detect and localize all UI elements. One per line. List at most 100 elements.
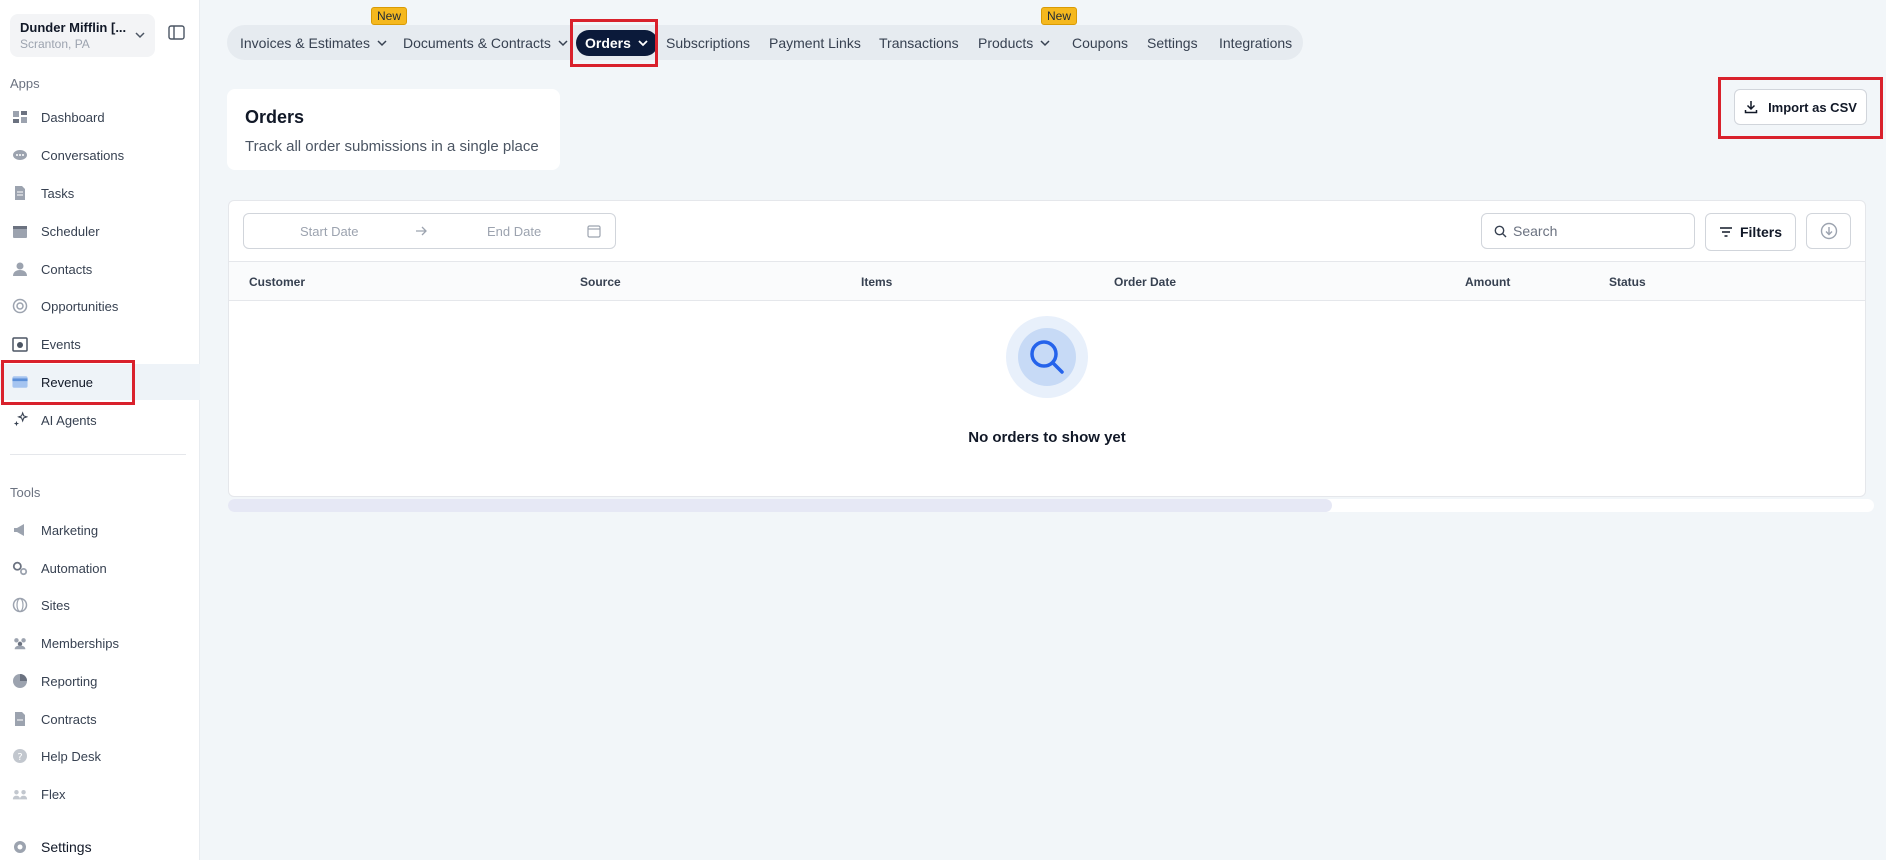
tab-settings[interactable]: Settings: [1147, 25, 1198, 60]
sidebar-item-memberships[interactable]: Memberships: [0, 625, 200, 661]
globe-icon: [12, 597, 28, 613]
empty-state-illustration: [1006, 316, 1088, 398]
tab-label: Orders: [585, 34, 631, 51]
revenue-tabs: Invoices & Estimates Documents & Contrac…: [227, 25, 1303, 60]
sidebar-item-label: Flex: [41, 786, 66, 802]
end-date-placeholder: End Date: [487, 224, 542, 239]
sidebar-item-settings[interactable]: Settings: [0, 829, 200, 860]
sidebar-item-label: Help Desk: [41, 748, 101, 764]
credit-card-icon: [12, 374, 28, 390]
tab-label: Integrations: [1219, 34, 1293, 51]
sidebar-item-automation[interactable]: Automation: [0, 550, 200, 586]
sidebar-item-ai-agents[interactable]: AI Agents: [0, 402, 200, 438]
sidebar-item-dashboard[interactable]: Dashboard: [0, 99, 200, 135]
sidebar-item-contacts[interactable]: Contacts: [0, 251, 200, 287]
column-header-status[interactable]: Status: [1609, 275, 1646, 289]
sidebar-item-contracts[interactable]: Contracts: [0, 701, 200, 737]
filter-icon: [1719, 227, 1732, 237]
calendar-icon: [587, 225, 601, 238]
megaphone-icon: [12, 522, 28, 538]
column-header-order-date[interactable]: Order Date: [1114, 275, 1176, 289]
sparkle-icon: [12, 411, 28, 428]
tab-invoices-estimates[interactable]: Invoices & Estimates: [240, 25, 388, 60]
download-icon: [1744, 101, 1758, 114]
user-icon: [12, 261, 28, 277]
account-switcher[interactable]: Dunder Mifflin [... Scranton, PA: [10, 14, 155, 57]
gears-icon: [12, 560, 28, 576]
users-icon: [12, 635, 28, 651]
sidebar-item-label: Conversations: [41, 147, 125, 163]
sidebar-item-label: Opportunities: [41, 298, 119, 314]
magnifier-icon: [1030, 340, 1064, 374]
import-csv-label: Import as CSV: [1768, 99, 1857, 115]
sidebar-item-label: Tasks: [41, 185, 75, 201]
account-location: Scranton, PA: [20, 37, 90, 51]
orders-table-card: Start Date End Date Filters Customer Sou…: [228, 200, 1866, 497]
sidebar-item-tasks[interactable]: Tasks: [0, 175, 200, 211]
column-header-items[interactable]: Items: [861, 275, 892, 289]
column-header-amount[interactable]: Amount: [1465, 275, 1510, 289]
pie-chart-icon: [12, 673, 28, 689]
export-button[interactable]: [1806, 213, 1851, 249]
column-header-customer[interactable]: Customer: [249, 275, 305, 289]
dashboard-icon: [12, 109, 28, 125]
chat-icon: [12, 147, 28, 163]
sidebar-item-label: AI Agents: [41, 412, 97, 428]
tab-coupons[interactable]: Coupons: [1072, 25, 1128, 60]
scrollbar-thumb[interactable]: [228, 499, 1332, 512]
start-date-placeholder: Start Date: [300, 224, 359, 239]
sidebar-item-label: Scheduler: [41, 223, 100, 239]
sidebar-item-reporting[interactable]: Reporting: [0, 663, 200, 699]
sidebar-item-help-desk[interactable]: ? Help Desk: [0, 738, 200, 774]
tab-label: Transactions: [879, 34, 959, 51]
tab-label: Documents & Contracts: [403, 34, 551, 51]
filters-label: Filters: [1739, 224, 1782, 240]
date-range-picker[interactable]: Start Date End Date: [243, 213, 616, 249]
tab-label: Invoices & Estimates: [240, 34, 370, 51]
filters-button[interactable]: Filters: [1705, 213, 1796, 251]
sidebar-item-events[interactable]: Events: [0, 326, 200, 362]
tab-products[interactable]: Products: [978, 25, 1051, 60]
import-csv-button[interactable]: Import as CSV: [1734, 89, 1867, 125]
svg-text:?: ?: [17, 752, 22, 763]
tab-integrations[interactable]: Integrations: [1219, 25, 1292, 60]
new-badge: New: [1041, 7, 1078, 25]
tab-label: Subscriptions: [666, 34, 751, 51]
tab-orders[interactable]: Orders: [576, 29, 658, 56]
sidebar-item-label: Contacts: [41, 261, 93, 277]
sidebar-item-opportunities[interactable]: Opportunities: [0, 288, 200, 324]
tab-transactions[interactable]: Transactions: [879, 25, 959, 60]
tab-payment-links[interactable]: Payment Links: [769, 25, 861, 60]
sidebar-item-marketing[interactable]: Marketing: [0, 512, 200, 548]
search-input[interactable]: [1513, 223, 1693, 239]
contract-icon: [12, 711, 28, 727]
sidebar-item-scheduler[interactable]: Scheduler: [0, 213, 200, 249]
chevron-down-icon: [377, 39, 387, 46]
table-header-row: Customer Source Items Order Date Amount …: [229, 261, 1865, 301]
sidebar-item-revenue[interactable]: Revenue: [0, 364, 200, 400]
tab-documents-contracts[interactable]: Documents & Contracts: [403, 25, 569, 60]
sidebar-toggle-icon[interactable]: [168, 25, 185, 40]
gear-icon: [12, 839, 28, 855]
sidebar-item-conversations[interactable]: Conversations: [0, 137, 200, 173]
download-circle-icon: [1820, 222, 1837, 240]
sidebar-item-label: Marketing: [41, 522, 99, 538]
search-field[interactable]: [1481, 213, 1695, 249]
sidebar: Dunder Mifflin [... Scranton, PA Apps Da…: [0, 0, 200, 860]
sidebar-item-sites[interactable]: Sites: [0, 587, 200, 623]
chevron-down-icon: [135, 32, 145, 39]
column-header-source[interactable]: Source: [580, 275, 621, 289]
sidebar-item-flex[interactable]: Flex: [0, 776, 200, 812]
sidebar-item-label: Memberships: [41, 635, 120, 651]
tools-section-label: Tools: [10, 485, 41, 500]
tab-subscriptions[interactable]: Subscriptions: [666, 25, 750, 60]
apps-section-label: Apps: [10, 76, 40, 91]
tab-label: Payment Links: [769, 34, 861, 51]
page-title: Orders: [245, 107, 305, 127]
new-badge: New: [371, 7, 408, 25]
document-icon: [12, 185, 28, 201]
tab-label: Coupons: [1072, 34, 1129, 51]
chevron-down-icon: [558, 39, 568, 46]
sidebar-item-label: Settings: [41, 839, 92, 855]
tab-label: Products: [978, 34, 1034, 51]
